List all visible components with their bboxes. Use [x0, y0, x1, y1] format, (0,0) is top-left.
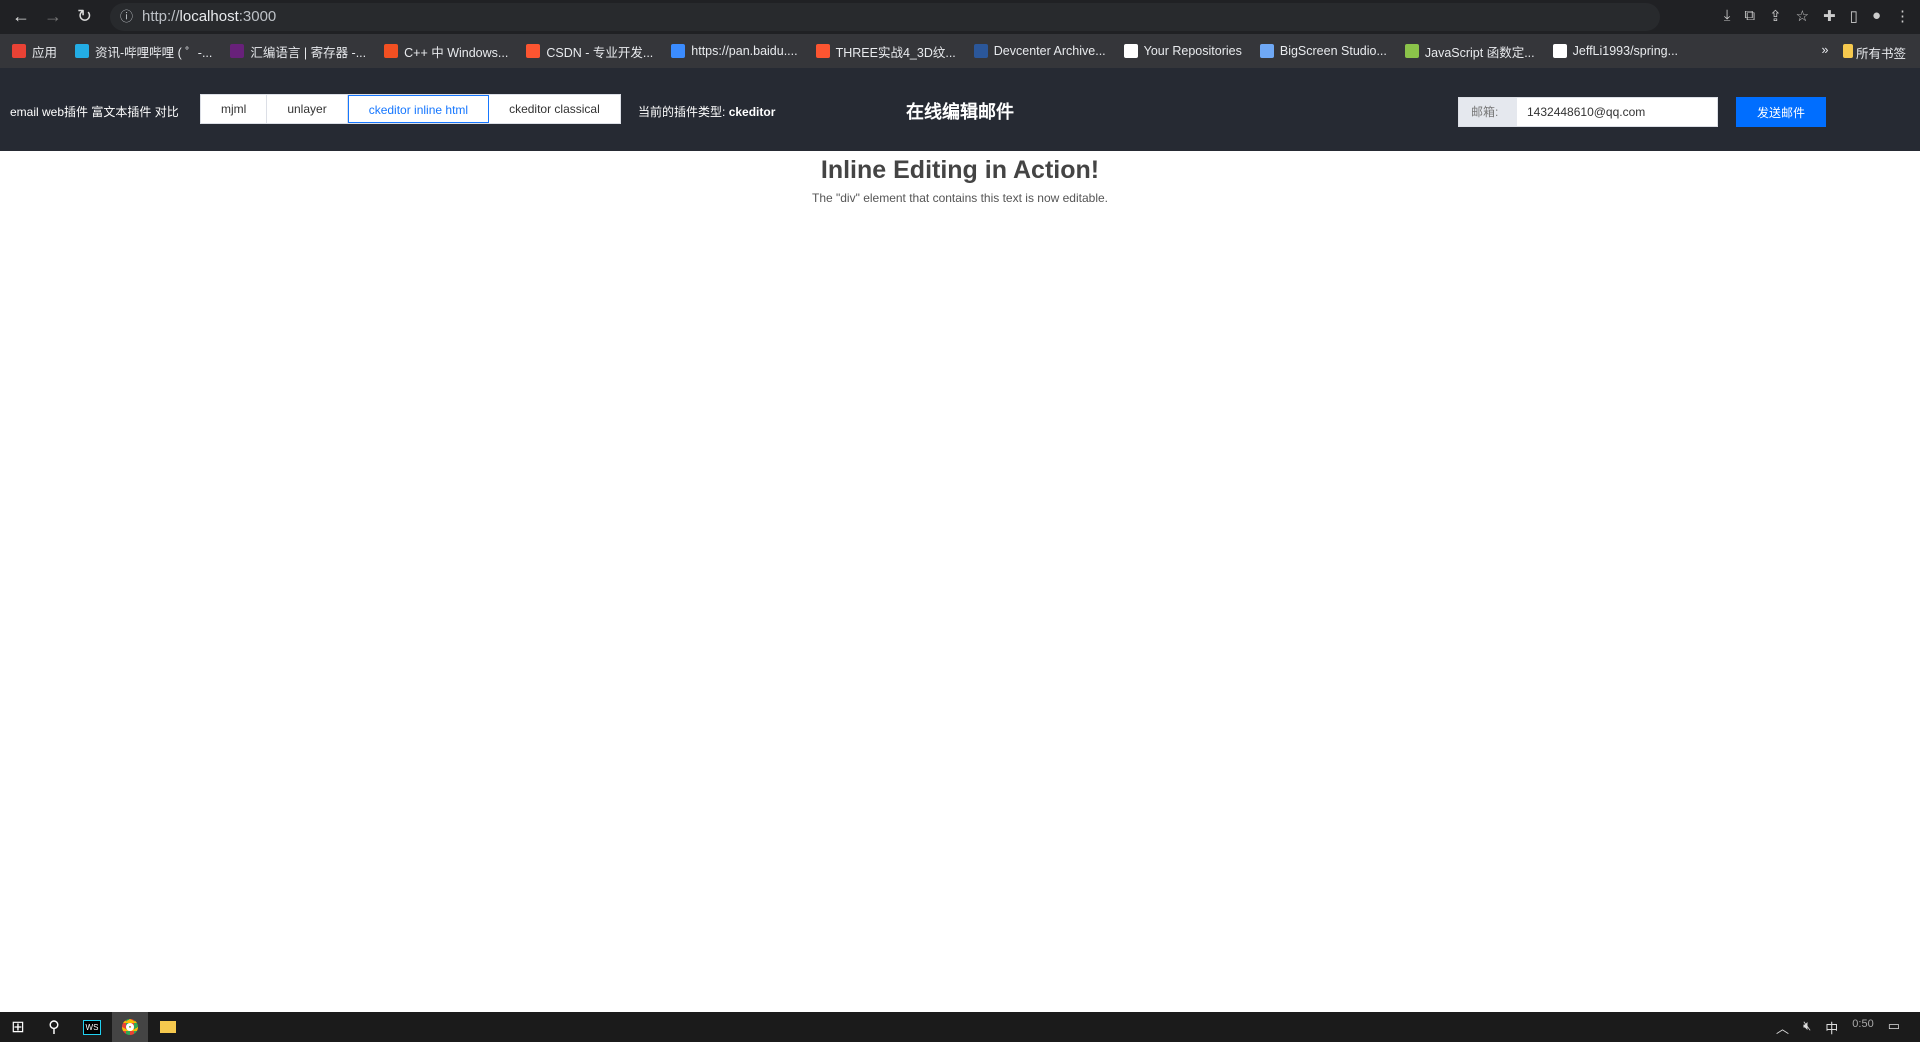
bookmark-favicon-icon: [1259, 44, 1274, 58]
notification-icon[interactable]: ▭: [1888, 1018, 1900, 1037]
info-icon[interactable]: ⓘ: [120, 3, 133, 31]
bookmark-label: https://pan.baidu....: [691, 44, 798, 58]
volume-muted-icon[interactable]: 🔇︎: [1803, 1018, 1811, 1037]
back-icon[interactable]: ←: [12, 6, 30, 27]
bookmark-favicon-icon: [1123, 44, 1138, 58]
bookmark-label: THREE实战4_3D纹...: [835, 45, 956, 60]
bookmark-item[interactable]: Your Repositories: [1123, 44, 1242, 58]
email-label: 邮箱:: [1459, 98, 1517, 126]
email-input[interactable]: [1517, 98, 1717, 126]
bookmark-item[interactable]: JeffLi1993/spring...: [1552, 44, 1679, 58]
taskbar: ⊞ ⚲ WS ︿ 🔇︎ 中 0:50 ▭: [0, 1012, 1920, 1042]
bookmark-favicon-icon: [75, 44, 90, 58]
bookmark-favicon-icon: [973, 44, 988, 58]
email-field-group: 邮箱:: [1458, 97, 1718, 127]
bookmark-item[interactable]: 汇编语言 | 寄存器 -...: [230, 42, 366, 61]
bookmark-label: Your Repositories: [1143, 44, 1242, 58]
url-scheme: http://: [142, 8, 180, 25]
translate-icon[interactable]: ⧉: [1744, 7, 1755, 25]
bookmark-favicon-icon: [230, 44, 245, 58]
bookmarks-bar: 应用 资讯-哔哩哔哩 ( ゜-... 汇编语言 | 寄存器 -... C++ 中 Wi…: [0, 34, 1920, 68]
bookmark-label: Devcenter Archive...: [993, 44, 1106, 58]
chrome-icon[interactable]: [112, 1012, 148, 1042]
bookmark-favicon-icon: [671, 44, 686, 58]
bookmark-label: CSDN - 专业开发...: [546, 45, 654, 60]
bookmark-item[interactable]: 资讯-哔哩哔哩 ( ゜-...: [75, 42, 212, 61]
install-icon[interactable]: ⤓: [1724, 7, 1731, 25]
content-text: The "div" element that contains this tex…: [811, 191, 1108, 205]
bookmark-label: 汇编语言 | 寄存器 -...: [250, 45, 367, 60]
bookmark-item[interactable]: Devcenter Archive...: [973, 44, 1106, 58]
bookmark-label: JavaScript 函数定...: [1424, 45, 1535, 60]
bookmark-label: BigScreen Studio...: [1279, 44, 1387, 58]
more-bookmarks[interactable]: »: [1822, 43, 1829, 62]
github-icon[interactable]: [1865, 98, 1891, 124]
forward-icon[interactable]: →: [44, 6, 62, 27]
bookmark-favicon-icon: [815, 44, 830, 58]
search-icon[interactable]: ⚲: [36, 1012, 72, 1042]
bookmark-item[interactable]: CSDN - 专业开发...: [526, 42, 653, 61]
url-port: :3000: [238, 8, 277, 25]
sidepanel-icon[interactable]: ▯: [1850, 7, 1858, 25]
bookmark-item[interactable]: JavaScript 函数定...: [1404, 42, 1535, 61]
tray-expand-icon[interactable]: ︿: [1776, 1018, 1789, 1037]
webstorm-icon[interactable]: WS: [74, 1012, 110, 1042]
bookmark-item[interactable]: C++ 中 Windows...: [384, 42, 508, 61]
url-host: localhost: [179, 8, 239, 25]
bookmark-label: C++ 中 Windows...: [404, 45, 509, 60]
all-bookmarks[interactable]: 所有书签: [1842, 43, 1906, 62]
bookmark-label: 资讯-哔哩哔哩 ( ゜-...: [95, 45, 213, 60]
bookmark-item[interactable]: BigScreen Studio...: [1259, 44, 1387, 58]
bookmark-item[interactable]: 应用: [12, 42, 57, 61]
file-explorer-icon[interactable]: [150, 1012, 186, 1042]
address-bar[interactable]: ⓘ http://localhost:3000: [110, 3, 1660, 31]
bookmark-favicon-icon: [12, 44, 26, 58]
bookmark-label: 应用: [32, 45, 58, 60]
all-bookmarks-label: 所有书签: [1855, 47, 1906, 61]
browser-toolbar: ← → ↻ ⓘ http://localhost:3000 ⤓ ⧉ ⇪ ☆ ✚ …: [0, 0, 1920, 34]
extensions-icon[interactable]: ✚: [1823, 7, 1836, 25]
bookmark-favicon-icon: [1404, 44, 1419, 58]
bookmark-label: JeffLi1993/spring...: [1572, 44, 1679, 58]
clock[interactable]: 0:50: [1852, 1018, 1873, 1037]
reload-icon[interactable]: ↻: [77, 6, 92, 27]
windows-start-icon[interactable]: ⊞: [0, 1012, 36, 1042]
share-icon[interactable]: ⇪: [1769, 7, 1782, 25]
ime-indicator[interactable]: 中: [1825, 1018, 1838, 1037]
app-header: email web插件 富文本插件 对比 mjml unlayer ckedit…: [0, 68, 1920, 151]
star-icon[interactable]: ☆: [1796, 7, 1809, 25]
menu-icon[interactable]: ⋮: [1895, 7, 1910, 25]
bookmark-item[interactable]: THREE实战4_3D纹...: [815, 42, 956, 61]
content-heading: Inline Editing in Action!: [820, 156, 1100, 184]
bookmark-favicon-icon: [384, 44, 399, 58]
folder-icon: [1842, 44, 1853, 58]
editable-content[interactable]: Inline Editing in Action! The "div" elem…: [0, 151, 1920, 205]
bookmark-favicon-icon: [526, 44, 541, 58]
profile-avatar[interactable]: ●: [1872, 7, 1881, 25]
bookmark-favicon-icon: [1552, 44, 1567, 58]
send-email-button[interactable]: 发送邮件: [1736, 97, 1826, 127]
bookmark-item[interactable]: https://pan.baidu....: [671, 44, 798, 58]
